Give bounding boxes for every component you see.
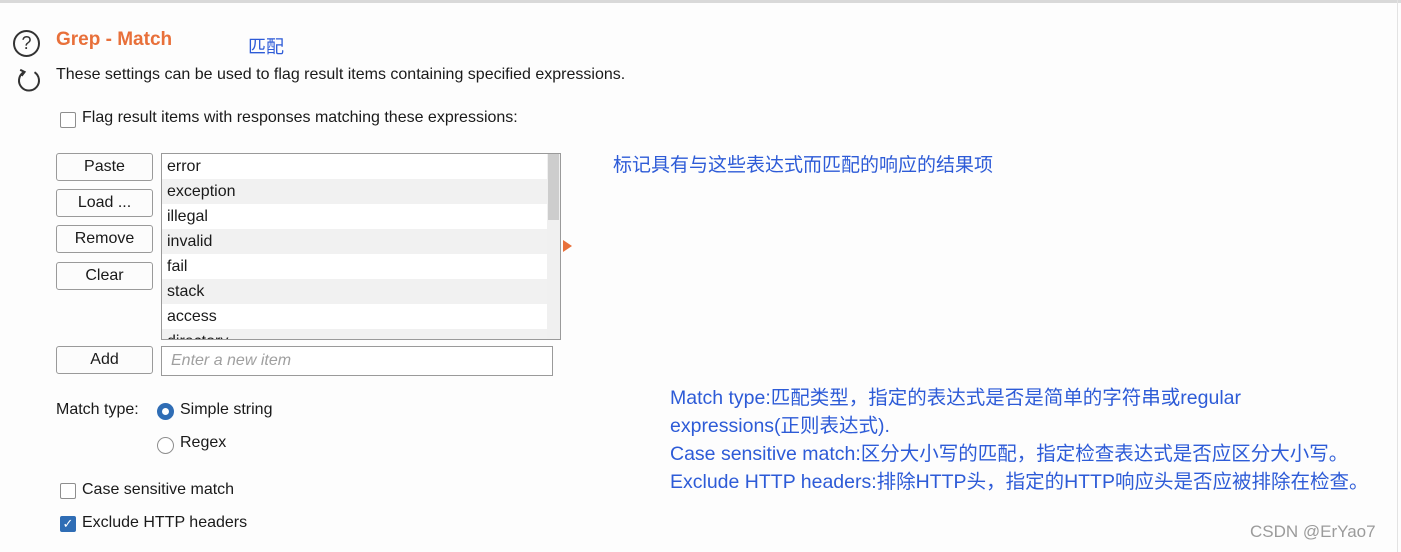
radio-regex-label: Regex	[180, 434, 227, 451]
clear-button[interactable]: Clear	[56, 262, 153, 290]
list-item[interactable]: fail	[162, 254, 547, 279]
list-item[interactable]: access	[162, 304, 547, 329]
list-item[interactable]: error	[162, 154, 547, 179]
list-annotation: 标记具有与这些表达式而匹配的响应的结果项	[613, 155, 994, 176]
flag-checkbox-label: Flag result items with responses matchin…	[82, 109, 518, 126]
list-item[interactable]: invalid	[162, 229, 547, 254]
radio-simple-string[interactable]	[157, 403, 174, 420]
list-item[interactable]: exception	[162, 179, 547, 204]
list-item[interactable]: directory	[162, 329, 547, 339]
section-title: Grep - Match	[56, 29, 173, 50]
case-sensitive-label: Case sensitive match	[82, 481, 235, 498]
top-border	[0, 0, 1401, 3]
list-scrollbar-thumb[interactable]	[548, 154, 559, 220]
add-button[interactable]: Add	[56, 346, 153, 374]
collapse-arrow-icon[interactable]	[563, 240, 572, 252]
annotation-line: Case sensitive match:区分大小写的匹配，指定检查表达式是否应…	[670, 443, 1349, 465]
list-item[interactable]: illegal	[162, 204, 547, 229]
match-type-label: Match type:	[56, 401, 139, 418]
radio-simple-string-label: Simple string	[180, 401, 273, 418]
list-item[interactable]: stack	[162, 279, 547, 304]
watermark: CSDN @ErYao7	[1250, 522, 1376, 541]
annotation-line: Match type:匹配类型，指定的表达式是否是简单的字符串或regular	[670, 387, 1241, 409]
exclude-headers-label: Exclude HTTP headers	[82, 514, 248, 531]
title-annotation: 匹配	[248, 37, 284, 57]
radio-regex[interactable]	[157, 437, 174, 454]
load-button[interactable]: Load ...	[56, 189, 153, 217]
case-sensitive-checkbox[interactable]	[60, 483, 76, 499]
help-icon[interactable]: ?	[13, 30, 40, 57]
refresh-icon[interactable]	[15, 66, 43, 94]
annotation-line: expressions(正则表达式).	[670, 415, 890, 437]
options-annotation: Match type:匹配类型，指定的表达式是否是简单的字符串或regular …	[670, 384, 1390, 496]
section-description: These settings can be used to flag resul…	[56, 66, 626, 83]
new-item-input[interactable]	[161, 346, 553, 376]
exclude-headers-checkbox[interactable]: ✓	[60, 516, 76, 532]
paste-button[interactable]: Paste	[56, 153, 153, 181]
expression-list[interactable]: error exception illegal invalid fail sta…	[161, 153, 561, 340]
annotation-line: Exclude HTTP headers:排除HTTP头，指定的HTTP响应头是…	[670, 471, 1369, 493]
flag-checkbox[interactable]	[60, 112, 76, 128]
list-scrollbar[interactable]	[547, 154, 560, 339]
remove-button[interactable]: Remove	[56, 225, 153, 253]
right-border	[1397, 0, 1398, 552]
